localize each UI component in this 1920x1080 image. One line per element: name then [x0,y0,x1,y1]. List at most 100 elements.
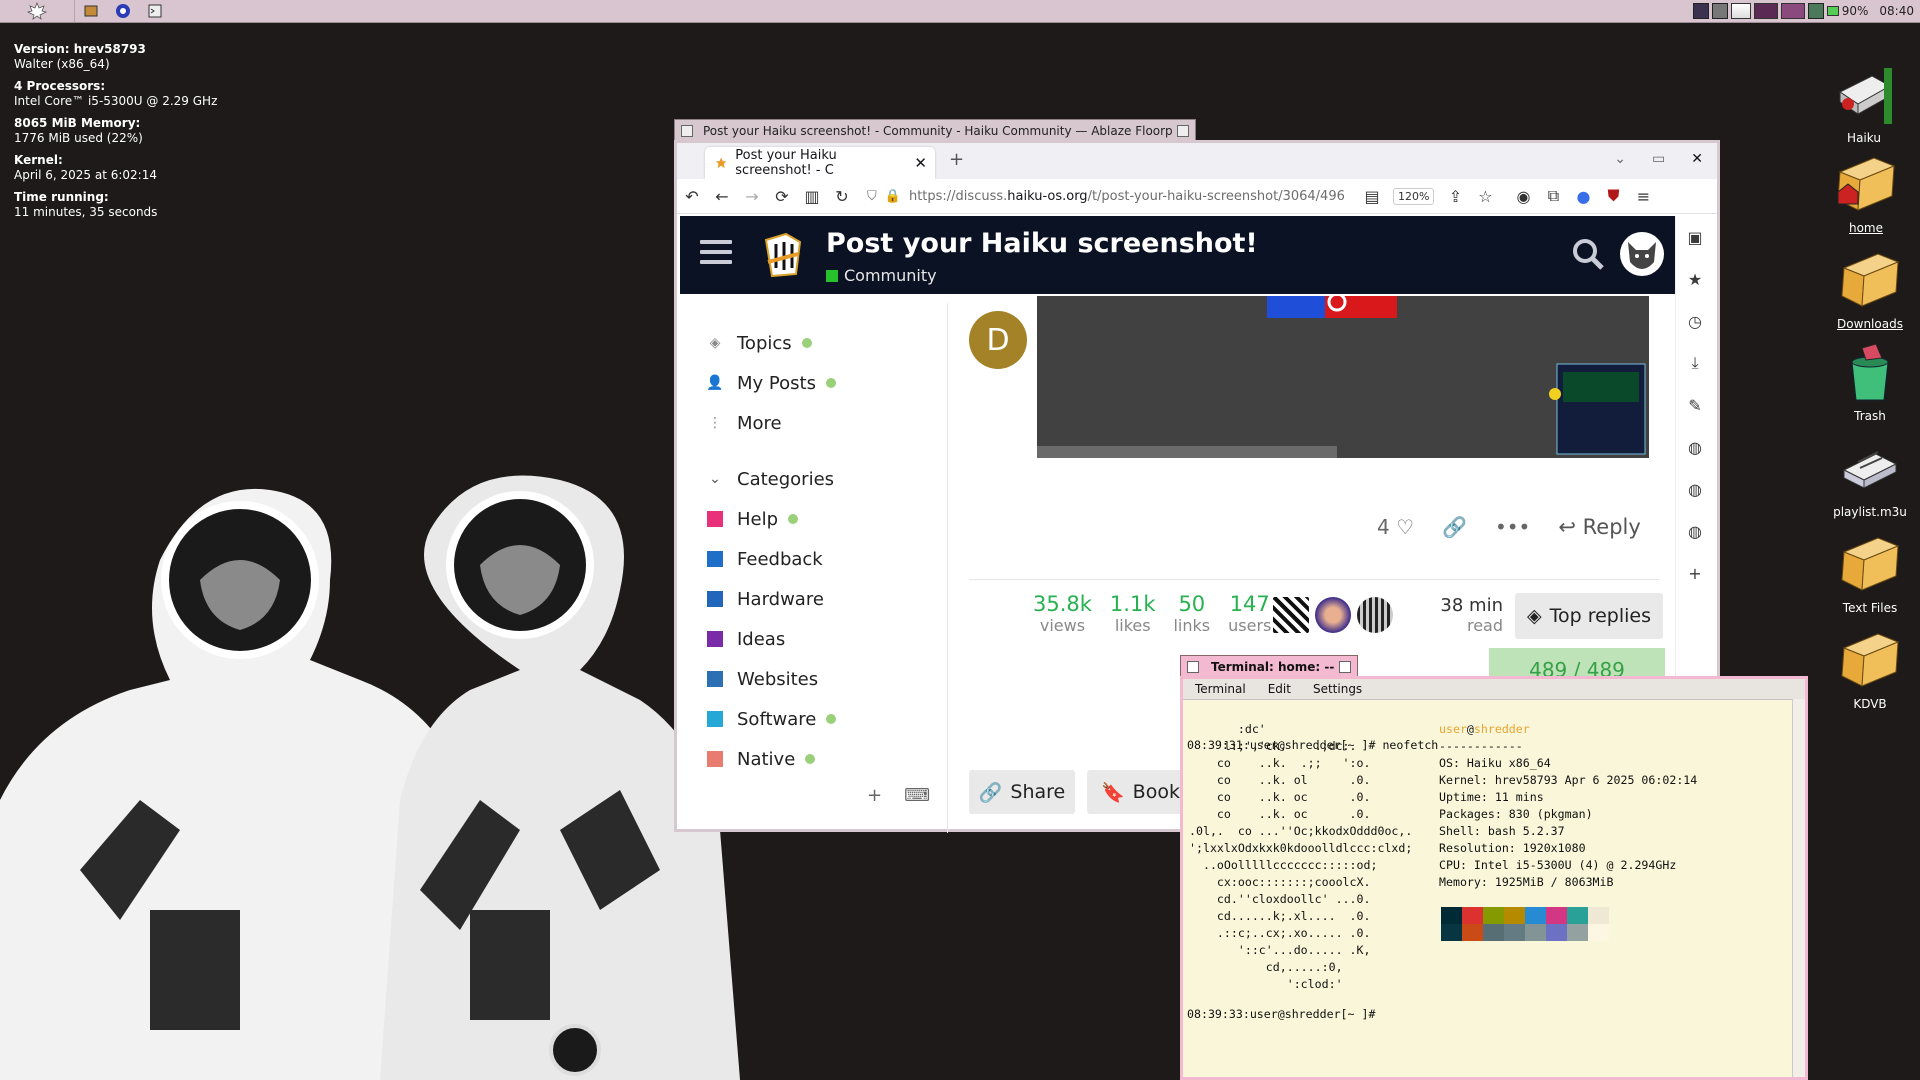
topic-title[interactable]: Post your Haiku screenshot! [826,228,1258,259]
sync-icon[interactable]: ⟳ [767,181,797,211]
category-item-ideas[interactable]: Ideas [707,619,947,659]
like-button[interactable]: 4 ♡ [1377,515,1414,539]
haiku-logo-icon[interactable] [762,232,804,278]
topic-progress[interactable]: 489 / 489 [1489,648,1665,678]
reload-icon[interactable]: ↻ [827,181,857,211]
poster-avatar[interactable] [1315,597,1351,633]
hamburger-menu-icon[interactable] [700,240,732,268]
workspace-icon[interactable] [1692,3,1709,19]
shield-icon[interactable]: ⛉ [867,189,877,204]
tab-close-icon[interactable]: ✕ [914,154,927,172]
window-close-button[interactable] [1187,660,1199,673]
copy-link-icon[interactable]: 🔗 [1442,515,1467,539]
sidebar-web-panel-icon[interactable]: ◍ [1676,510,1714,552]
share-icon[interactable]: ⇪ [1440,181,1470,211]
clock[interactable]: 08:40 [1879,4,1914,18]
user-avatar[interactable] [1620,232,1664,276]
network-icon[interactable] [1711,3,1728,19]
cpu-monitor-icon[interactable] [1730,3,1751,19]
sidebar-add-icon[interactable]: + [1676,552,1714,594]
list-tabs-icon[interactable]: ⌄ [1614,151,1626,167]
top-replies-button[interactable]: ◈ Top replies [1515,593,1663,639]
desktop-icon-kdvb[interactable]: KDVB [1820,628,1920,711]
category-item-hardware[interactable]: Hardware [707,579,947,619]
forward-icon[interactable]: → [737,181,767,211]
poster-avatar[interactable] [1357,597,1393,633]
add-section-icon[interactable]: + [867,785,882,806]
window-zoom-button[interactable] [1339,660,1351,673]
deskbar-app-tracker[interactable] [80,2,102,20]
terminal-scrollbar[interactable] [1792,699,1805,1077]
reader-mode-icon[interactable]: ▤ [1357,181,1387,211]
category-item-software[interactable]: Software [707,699,947,739]
bookmark-star-icon[interactable]: ☆ [1470,181,1500,211]
desktop-icon-home[interactable]: home [1816,152,1916,235]
sidebar-notes-icon[interactable]: ✎ [1676,384,1714,426]
like-count: 4 [1377,515,1390,539]
sidebar-web-panel-icon[interactable]: ◍ [1676,426,1714,468]
reply-button[interactable]: ↩ Reply [1558,515,1640,539]
desktop-icon-trash[interactable]: Trash [1820,340,1920,423]
menu-edit[interactable]: Edit [1268,682,1291,696]
ublock-icon[interactable]: ⛊ [1598,181,1628,211]
category-item-websites[interactable]: Websites [707,659,947,699]
share-button[interactable]: 🔗 Share [969,770,1075,814]
desktop-icon-haiku[interactable]: Haiku [1814,62,1914,145]
lock-icon[interactable]: 🔒 [885,189,901,204]
window-minimize-icon[interactable]: ▭ [1652,151,1665,167]
memory-monitor-icon[interactable] [1753,3,1778,19]
account-icon[interactable]: ◉ [1508,181,1538,211]
topic-category[interactable]: Community [826,266,937,285]
desktop-icon-playlist[interactable]: playlist.m3u [1820,436,1920,519]
back-icon[interactable]: ← [707,181,737,211]
zoom-level[interactable]: 120% [1393,187,1435,205]
profile-icon[interactable]: ● [1568,181,1598,211]
poster-avatar[interactable] [1273,597,1309,633]
workspaces-icon[interactable] [1780,3,1805,19]
sidebar-history-icon[interactable]: ◷ [1676,300,1714,342]
unread-dot [801,338,812,348]
deskbar-app-terminal[interactable] [144,2,166,20]
desktop-icon-downloads[interactable]: Downloads [1820,248,1920,331]
sidebar-toggle-icon[interactable]: ▥ [797,181,827,211]
menu-icon[interactable]: ≡ [1628,181,1658,211]
downloads-folder-icon [1841,253,1900,307]
battery-icon[interactable] [1826,6,1839,16]
search-icon[interactable] [1570,236,1606,272]
deskbar-app-browser[interactable] [112,2,134,20]
sidebar-web-panel-icon[interactable]: ◍ [1676,468,1714,510]
sidebar-panel-icon[interactable]: ▣ [1676,216,1714,258]
url-path: /t/post-your-haiku-screenshot/3064/496 [1087,188,1345,204]
keyboard-icon[interactable]: ⌨ [904,785,930,806]
window-zoom-button[interactable] [1177,124,1189,137]
category-item-native[interactable]: Native [707,739,947,779]
menu-terminal[interactable]: Terminal [1195,682,1246,696]
unread-dot [788,514,799,524]
category-label: Websites [737,668,819,690]
audio-icon[interactable] [1807,3,1824,19]
sidebar-bookmarks-icon[interactable]: ★ [1676,258,1714,300]
terminal-window-tab[interactable]: Terminal: home: -- [1180,655,1358,677]
nav-more[interactable]: ⋮ More [707,403,947,443]
post-author-avatar[interactable]: D [969,311,1027,369]
menu-settings[interactable]: Settings [1313,682,1362,696]
window-close-icon[interactable]: ✕ [1691,151,1703,167]
new-tab-button[interactable]: + [949,149,964,170]
nav-my-posts[interactable]: 👤 My Posts [706,363,947,403]
browser-window-tab[interactable]: Post your Haiku screenshot! - Community … [674,119,1196,141]
extensions-icon[interactable]: ⧉ [1538,181,1568,211]
window-close-button[interactable] [681,124,693,137]
browser-tab-active[interactable]: Post your Haiku screenshot! - C ✕ [705,147,935,179]
categories-section-toggle[interactable]: ⌄ Categories [707,459,947,499]
leaf-menu-button[interactable] [0,0,75,22]
undo-close-icon[interactable]: ↶ [677,181,707,211]
url-bar[interactable]: ⛉ 🔒 https://discuss. haiku-os.org/t/post-… [867,182,1357,210]
category-item-feedback[interactable]: Feedback [707,539,947,579]
post-screenshot-image[interactable] [1037,296,1649,458]
more-actions-icon[interactable]: ••• [1495,515,1530,539]
nav-topics[interactable]: ◈ Topics [707,323,947,363]
sidebar-downloads-icon[interactable]: ⤓ [1676,342,1714,384]
terminal-menubar: Terminal Edit Settings [1183,679,1805,700]
category-item-help[interactable]: Help [707,499,947,539]
desktop-icon-text-files[interactable]: Text Files [1820,532,1920,615]
